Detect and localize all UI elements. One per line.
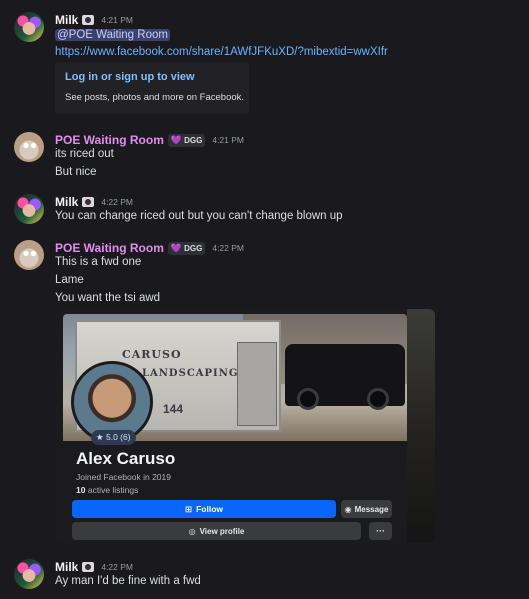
username-milk[interactable]: Milk [55, 560, 78, 574]
username-milk[interactable]: Milk [55, 195, 78, 209]
truck-wheel [297, 388, 319, 410]
role-tag[interactable]: 💜 DGG [167, 241, 206, 255]
message-text: But nice [55, 166, 97, 178]
message-header: Milk 4:22 PM [55, 560, 133, 574]
rating-value: 5.0 (6) [106, 432, 131, 442]
message-text: @POE Waiting Room [55, 29, 170, 41]
avatar-milk[interactable] [14, 559, 44, 589]
message-label: Message [354, 504, 389, 514]
message-text: Lame [55, 274, 84, 286]
trailer-door [237, 342, 277, 426]
truck-wheel [367, 388, 389, 410]
listings-label: active listings [87, 485, 139, 495]
trailer-text-caruso: CARUSO [122, 348, 182, 361]
pickup-truck [285, 344, 405, 410]
message-text: This is a fwd one [55, 256, 142, 268]
messenger-icon: ◉ [344, 504, 352, 514]
follow-button[interactable]: ⊞ Follow [72, 500, 336, 518]
message-text: https://www.facebook.com/share/1AWfJFKuX… [55, 46, 388, 58]
facebook-profile-card[interactable]: CARUSO LANDSCAPING 144 ★ 5.0 (6) Alex Ca… [55, 309, 435, 542]
camera-badge-icon [82, 197, 95, 207]
message-header: POE Waiting Room 💜 DGG 4:21 PM [55, 133, 244, 147]
blurred-side-image [407, 309, 435, 542]
view-profile-button[interactable]: ◎ View profile [72, 522, 361, 540]
heart-icon: 💜 [170, 134, 183, 145]
active-listings: 10 active listings [76, 485, 138, 495]
message-header: POE Waiting Room 💜 DGG 4:22 PM [55, 241, 244, 255]
message-text: You want the tsi awd [55, 292, 161, 304]
person-icon: ◎ [188, 526, 196, 536]
username-poe-waiting-room[interactable]: POE Waiting Room [55, 133, 164, 147]
star-icon: ★ [96, 432, 104, 442]
avatar-milk[interactable] [14, 12, 44, 42]
tag-label: DGG [184, 243, 203, 253]
facebook-link[interactable]: https://www.facebook.com/share/1AWfJFKuX… [55, 46, 388, 58]
timestamp: 4:22 PM [101, 562, 133, 572]
timestamp: 4:21 PM [212, 135, 244, 145]
follow-label: Follow [196, 504, 224, 514]
link-embed[interactable]: Log in or sign up to view See posts, pho… [55, 62, 249, 114]
trailer-number: 144 [163, 402, 184, 416]
camera-badge-icon [82, 562, 95, 572]
view-profile-label: View profile [199, 526, 245, 536]
trailer-text-landscaping: LANDSCAPING [142, 368, 239, 379]
message-header: Milk 4:21 PM [55, 13, 133, 27]
message-button[interactable]: ◉ Message [341, 500, 392, 518]
listings-count: 10 [76, 485, 86, 495]
tag-label: DGG [184, 135, 203, 145]
message-poe-1: POE Waiting Room 💜 DGG 4:21 PM its riced … [0, 128, 529, 188]
message-text: Ay man I'd be fine with a fwd [55, 575, 201, 587]
more-options-button[interactable]: ··· [369, 522, 392, 540]
message-text: You can change riced out but you can't c… [55, 210, 343, 222]
timestamp: 4:22 PM [101, 197, 133, 207]
embed-description: See posts, photos and more on Facebook. [65, 92, 245, 103]
message-text: its riced out [55, 148, 114, 160]
mention-poe-waiting-room[interactable]: @POE Waiting Room [55, 29, 170, 41]
joined-date: Joined Facebook in 2019 [76, 472, 171, 482]
rating-badge: ★ 5.0 (6) [91, 430, 136, 445]
follow-icon: ⊞ [184, 503, 193, 514]
message-milk-3: Milk 4:22 PM Ay man I'd be fine with a f… [0, 555, 529, 599]
embed-title[interactable]: Log in or sign up to view [65, 71, 195, 83]
message-header: Milk 4:22 PM [55, 195, 133, 209]
profile-name[interactable]: Alex Caruso [76, 449, 175, 469]
timestamp: 4:22 PM [212, 243, 244, 253]
heart-icon: 💜 [170, 242, 183, 253]
avatar-poe-waiting-room[interactable] [14, 240, 44, 270]
camera-badge-icon [82, 15, 95, 25]
avatar-poe-waiting-room[interactable] [14, 132, 44, 162]
role-tag[interactable]: 💜 DGG [167, 133, 206, 147]
timestamp: 4:21 PM [101, 15, 133, 25]
username-milk[interactable]: Milk [55, 13, 78, 27]
message-milk-1: Milk 4:21 PM @POE Waiting Room https://w… [0, 0, 529, 120]
avatar-milk[interactable] [14, 194, 44, 224]
username-poe-waiting-room[interactable]: POE Waiting Room [55, 241, 164, 255]
message-milk-2: Milk 4:22 PM You can change riced out bu… [0, 190, 529, 234]
